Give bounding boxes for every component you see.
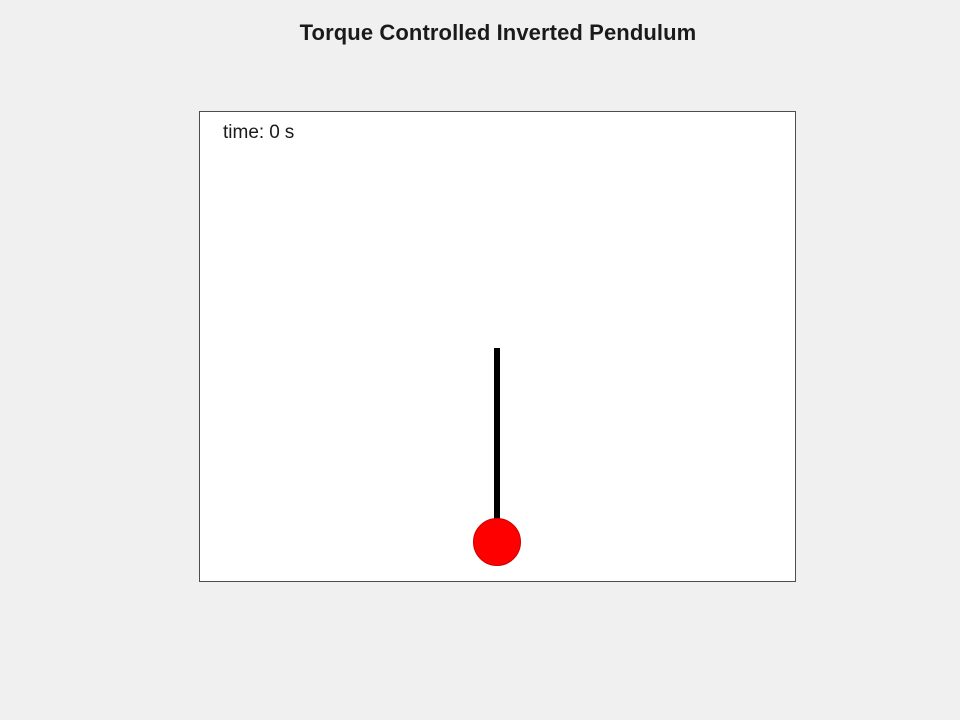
pendulum-axes: time: 0 s bbox=[199, 111, 796, 582]
pendulum-scene bbox=[473, 348, 521, 566]
figure-title: Torque Controlled Inverted Pendulum bbox=[299, 20, 697, 45]
pendulum-bob bbox=[473, 518, 521, 566]
